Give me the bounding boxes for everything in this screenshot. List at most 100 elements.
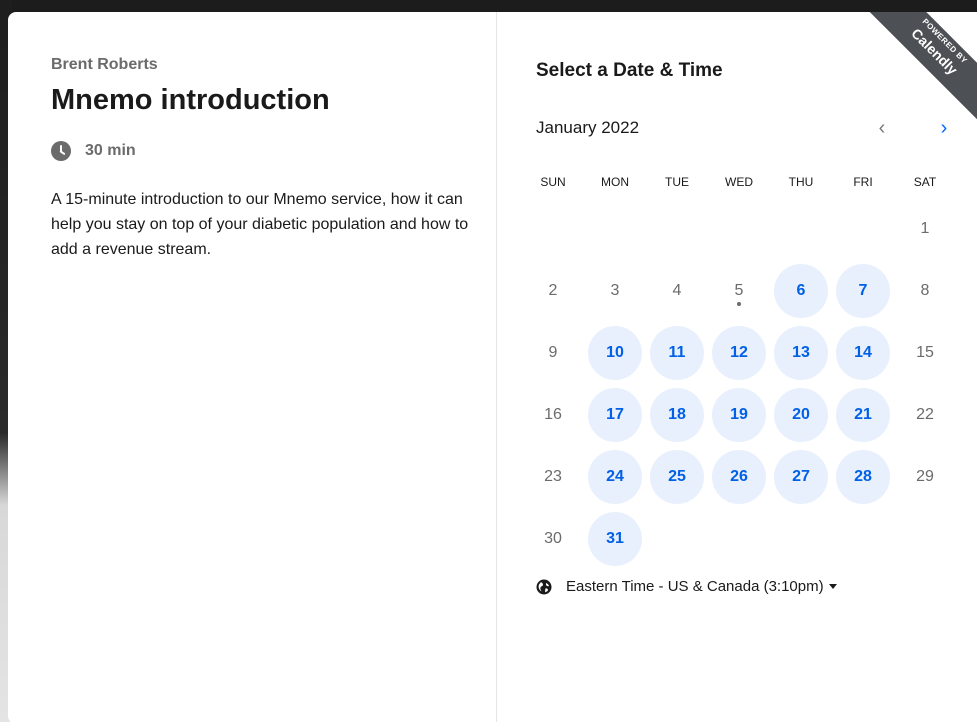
weekday-sun: SUN xyxy=(540,175,566,189)
day-30-unavailable: 30 xyxy=(522,508,584,570)
day-number: 1 xyxy=(920,220,930,237)
day-number: 9 xyxy=(548,344,558,361)
day-25-available[interactable]: 25 xyxy=(646,446,708,508)
day-button[interactable]: 11 xyxy=(650,326,704,380)
day-6-available[interactable]: 6 xyxy=(770,260,832,322)
day-3-unavailable: 3 xyxy=(584,260,646,322)
day-number: 15 xyxy=(916,344,934,361)
day-button[interactable]: 19 xyxy=(712,388,766,442)
day-button[interactable]: 13 xyxy=(774,326,828,380)
event-title: Mnemo introduction xyxy=(51,84,330,116)
day-number: 3 xyxy=(610,282,620,299)
day-button[interactable]: 21 xyxy=(836,388,890,442)
day-number: 16 xyxy=(544,406,562,423)
day-number: 4 xyxy=(672,282,682,299)
day-20-available[interactable]: 20 xyxy=(770,384,832,446)
event-description: A 15-minute introduction to our Mnemo se… xyxy=(51,191,469,258)
date-time-panel: Select a Date & Time January 2022 ‹ › SU… xyxy=(497,12,977,722)
weekday-wed: WED xyxy=(725,175,753,189)
day-button[interactable]: 27 xyxy=(774,450,828,504)
day-17-available[interactable]: 17 xyxy=(584,384,646,446)
day-11-available[interactable]: 11 xyxy=(646,322,708,384)
day-22-unavailable: 22 xyxy=(894,384,956,446)
day-4-unavailable: 4 xyxy=(646,260,708,322)
day-number: 5 xyxy=(734,282,744,299)
day-23-unavailable: 23 xyxy=(522,446,584,508)
day-number: 8 xyxy=(920,282,930,299)
ribbon-brand: Calendly xyxy=(908,25,961,78)
day-empty xyxy=(770,508,832,570)
day-31-available[interactable]: 31 xyxy=(584,508,646,570)
day-empty xyxy=(894,508,956,570)
day-13-available[interactable]: 13 xyxy=(770,322,832,384)
day-button[interactable]: 6 xyxy=(774,264,828,318)
day-18-available[interactable]: 18 xyxy=(646,384,708,446)
day-empty xyxy=(770,198,832,260)
today-indicator-dot xyxy=(737,302,741,306)
day-16-unavailable: 16 xyxy=(522,384,584,446)
powered-by-ribbon[interactable]: POWERED BY Calendly xyxy=(854,12,977,142)
weekday-thu: THU xyxy=(788,175,814,189)
month-label: January 2022 xyxy=(536,118,640,137)
scheduling-modal: Brent Roberts Mnemo introduction 30 min … xyxy=(8,12,977,722)
day-empty xyxy=(832,198,894,260)
day-19-available[interactable]: 19 xyxy=(708,384,770,446)
host-name: Brent Roberts xyxy=(51,56,158,73)
day-10-available[interactable]: 10 xyxy=(584,322,646,384)
day-button[interactable]: 31 xyxy=(588,512,642,566)
day-21-available[interactable]: 21 xyxy=(832,384,894,446)
globe-icon xyxy=(536,579,552,594)
day-number: 29 xyxy=(916,468,934,485)
day-14-available[interactable]: 14 xyxy=(832,322,894,384)
timezone-selector[interactable]: Eastern Time - US & Canada (3:10pm) xyxy=(536,578,837,595)
day-9-unavailable: 9 xyxy=(522,322,584,384)
day-empty xyxy=(646,508,708,570)
day-26-available[interactable]: 26 xyxy=(708,446,770,508)
day-12-available[interactable]: 12 xyxy=(708,322,770,384)
weekday-fri: FRI xyxy=(853,175,873,189)
day-button[interactable]: 14 xyxy=(836,326,890,380)
day-button[interactable]: 26 xyxy=(712,450,766,504)
day-button[interactable]: 18 xyxy=(650,388,704,442)
day-empty xyxy=(584,198,646,260)
calendar-grid: 1 2 3 4 5 6 7 8 9 10 11 12 13 14 15 16 17 18 19 20 21 22 23 24 2… xyxy=(522,198,956,570)
day-24-available[interactable]: 24 xyxy=(584,446,646,508)
day-button[interactable]: 25 xyxy=(650,450,704,504)
day-button[interactable]: 7 xyxy=(836,264,890,318)
day-number: 30 xyxy=(544,530,562,547)
day-1-unavailable: 1 xyxy=(894,198,956,260)
weekday-header: SUN MON TUE WED THU FRI SAT xyxy=(522,174,956,190)
caret-down-icon xyxy=(828,584,837,589)
day-empty xyxy=(646,198,708,260)
day-empty xyxy=(832,508,894,570)
day-empty xyxy=(708,508,770,570)
weekday-sat: SAT xyxy=(913,175,937,189)
day-27-available[interactable]: 27 xyxy=(770,446,832,508)
day-empty xyxy=(708,198,770,260)
day-number: 22 xyxy=(916,406,934,423)
weekday-tue: TUE xyxy=(665,175,689,189)
day-number: 2 xyxy=(548,282,558,299)
day-15-unavailable: 15 xyxy=(894,322,956,384)
day-5-unavailable: 5 xyxy=(708,260,770,322)
day-button[interactable]: 12 xyxy=(712,326,766,380)
day-button[interactable]: 28 xyxy=(836,450,890,504)
day-number: 23 xyxy=(544,468,562,485)
day-button[interactable]: 24 xyxy=(588,450,642,504)
ribbon-band: POWERED BY Calendly xyxy=(854,12,977,135)
clock-icon xyxy=(51,141,71,161)
timezone-label: Eastern Time - US & Canada (3:10pm) xyxy=(566,578,824,595)
day-8-unavailable: 8 xyxy=(894,260,956,322)
day-29-unavailable: 29 xyxy=(894,446,956,508)
day-empty xyxy=(522,198,584,260)
day-button[interactable]: 17 xyxy=(588,388,642,442)
day-button[interactable]: 20 xyxy=(774,388,828,442)
day-28-available[interactable]: 28 xyxy=(832,446,894,508)
event-details-panel: Brent Roberts Mnemo introduction 30 min … xyxy=(8,12,497,722)
event-duration: 30 min xyxy=(51,141,466,161)
day-button[interactable]: 10 xyxy=(588,326,642,380)
duration-label: 30 min xyxy=(85,142,136,159)
day-2-unavailable: 2 xyxy=(522,260,584,322)
day-7-available[interactable]: 7 xyxy=(832,260,894,322)
weekday-mon: MON xyxy=(601,175,629,189)
